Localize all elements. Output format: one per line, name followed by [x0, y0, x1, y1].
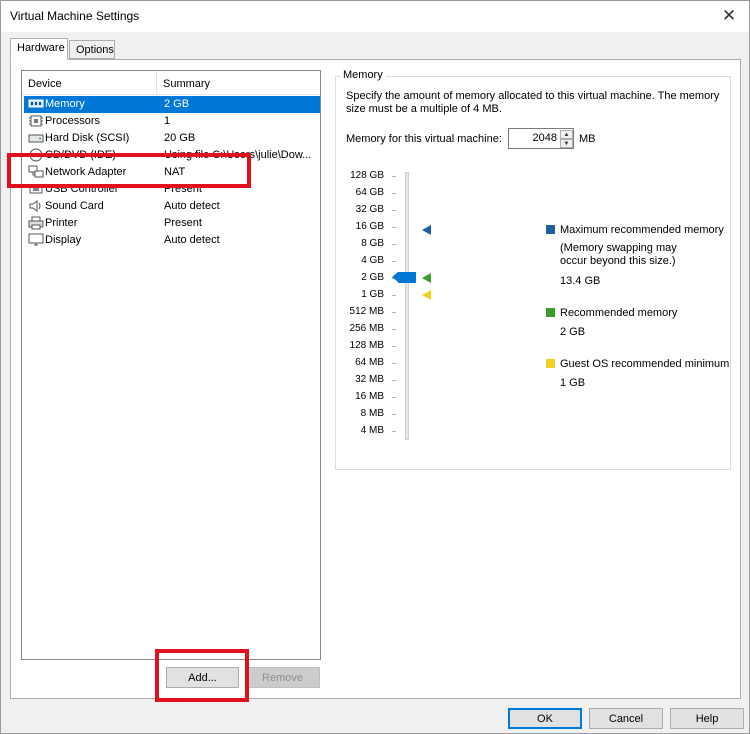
ok-button[interactable]: OK	[508, 708, 582, 729]
minimum-marker-icon	[422, 290, 431, 300]
minimum-legend-swatch	[546, 359, 555, 368]
sound-icon	[29, 200, 41, 212]
memory-scale-label: 128 GB	[350, 170, 384, 181]
memory-stepper[interactable]: 2048 ▲ ▼	[508, 128, 574, 149]
memory-scale-tick	[392, 397, 396, 398]
device-row-hard-disk[interactable]: Hard Disk (SCSI) 20 GB	[24, 130, 320, 147]
device-summary: Present	[164, 217, 202, 229]
device-name: Processors	[45, 115, 101, 127]
memory-scale-tick	[392, 431, 396, 432]
memory-scale-tick	[392, 210, 396, 211]
device-name: Memory	[45, 98, 85, 110]
memory-scale-tick	[392, 329, 396, 330]
max-legend-value: 13.4 GB	[560, 275, 601, 287]
memory-scale-tick	[392, 261, 396, 262]
memory-unit: MB	[579, 133, 596, 145]
highlight-network-adapter	[7, 153, 251, 188]
memory-scale-label: 16 GB	[355, 221, 384, 232]
memory-scale-label: 32 GB	[355, 204, 384, 215]
help-button[interactable]: Help	[670, 708, 744, 729]
memory-scale-label: 64 GB	[355, 187, 384, 198]
memory-scale-label: 32 MB	[355, 374, 384, 385]
device-name: Printer	[45, 217, 78, 229]
max-legend-note: occur beyond this size.)	[560, 255, 676, 267]
max-legend-swatch	[546, 225, 555, 234]
memory-scale-label: 2 GB	[361, 272, 384, 283]
memory-scale-tick	[392, 346, 396, 347]
memory-scale-tick	[392, 244, 396, 245]
hard-disk-icon	[28, 134, 44, 143]
window-title: Virtual Machine Settings	[10, 9, 140, 23]
memory-scale-label: 1 GB	[361, 289, 384, 300]
memory-scale-label: 128 MB	[349, 340, 384, 351]
device-name: Sound Card	[45, 200, 104, 212]
memory-scale-label: 512 MB	[349, 306, 384, 317]
minimum-legend-value: 1 GB	[560, 377, 586, 389]
memory-group-title: Memory	[340, 69, 386, 81]
device-summary: 2 GB	[164, 98, 190, 110]
memory-scale-tick	[392, 193, 396, 194]
memory-scale-tick	[392, 380, 396, 381]
highlight-add-button	[155, 649, 249, 702]
memory-scale-label: 8 MB	[360, 408, 384, 419]
recommended-legend-label: Recommended memory	[560, 307, 678, 319]
recommended-legend-swatch	[546, 308, 555, 317]
memory-scale-tick	[392, 295, 396, 296]
memory-input[interactable]: 2048	[509, 132, 557, 144]
remove-device-button[interactable]: Remove	[245, 667, 320, 688]
memory-scale-label: 64 MB	[355, 357, 384, 368]
device-row-processors[interactable]: Processors 1	[24, 113, 320, 130]
device-summary: 20 GB	[164, 132, 196, 144]
memory-field-label: Memory for this virtual machine:	[346, 133, 502, 145]
close-icon[interactable]: ✕	[717, 4, 741, 28]
memory-scale-tick	[392, 227, 396, 228]
device-row-printer[interactable]: Printer Present	[24, 215, 320, 232]
memory-scale-tick	[392, 414, 396, 415]
memory-scale-label: 256 MB	[349, 323, 384, 334]
memory-icon	[28, 99, 44, 108]
max-legend-label: Maximum recommended memory	[560, 224, 724, 236]
memory-group: Memory Specify the amount of memory allo…	[335, 69, 731, 470]
column-separator[interactable]	[156, 71, 157, 94]
max-legend-note: (Memory swapping may	[560, 242, 677, 254]
printer-icon	[28, 216, 44, 230]
device-row-sound-card[interactable]: Sound Card Auto detect	[24, 198, 320, 215]
recommended-legend-value: 2 GB	[560, 326, 586, 338]
memory-scale-label: 4 MB	[360, 425, 384, 436]
cancel-button[interactable]: Cancel	[589, 708, 663, 729]
vm-settings-window: Virtual Machine Settings ✕ Hardware Opti…	[0, 0, 750, 734]
display-icon	[28, 233, 44, 246]
device-list-header: Device Summary	[22, 71, 320, 95]
device-summary: Auto detect	[164, 200, 220, 212]
device-summary: Auto detect	[164, 234, 220, 246]
memory-scale-tick	[392, 363, 396, 364]
device-summary: 1	[164, 115, 171, 127]
title-bar: Virtual Machine Settings ✕	[1, 1, 749, 32]
device-name: Hard Disk (SCSI)	[45, 132, 130, 144]
memory-scale-label: 8 GB	[361, 238, 384, 249]
recommended-marker-icon	[422, 273, 431, 283]
max-recommended-marker-icon	[422, 225, 431, 235]
memory-description: Specify the amount of memory allocated t…	[346, 90, 720, 115]
column-header-summary[interactable]: Summary	[163, 78, 210, 90]
stepper-up-icon[interactable]: ▲	[560, 130, 573, 139]
memory-scale-label: 16 MB	[355, 391, 384, 402]
tab-hardware[interactable]: Hardware	[10, 38, 68, 60]
minimum-legend-label: Guest OS recommended minimum	[560, 358, 730, 370]
memory-slider-track[interactable]	[405, 172, 409, 440]
device-row-display[interactable]: Display Auto detect	[24, 232, 320, 249]
device-row-memory[interactable]: Memory 2 GB	[24, 96, 320, 113]
tab-options[interactable]: Options	[69, 40, 115, 59]
column-header-device[interactable]: Device	[28, 78, 62, 90]
device-name: Display	[45, 234, 82, 246]
memory-scale-tick	[392, 312, 396, 313]
memory-scale-label: 4 GB	[361, 255, 384, 266]
memory-slider-thumb[interactable]	[392, 272, 416, 283]
memory-scale-tick	[392, 176, 396, 177]
stepper-down-icon[interactable]: ▼	[560, 139, 573, 148]
processor-icon	[29, 115, 43, 127]
